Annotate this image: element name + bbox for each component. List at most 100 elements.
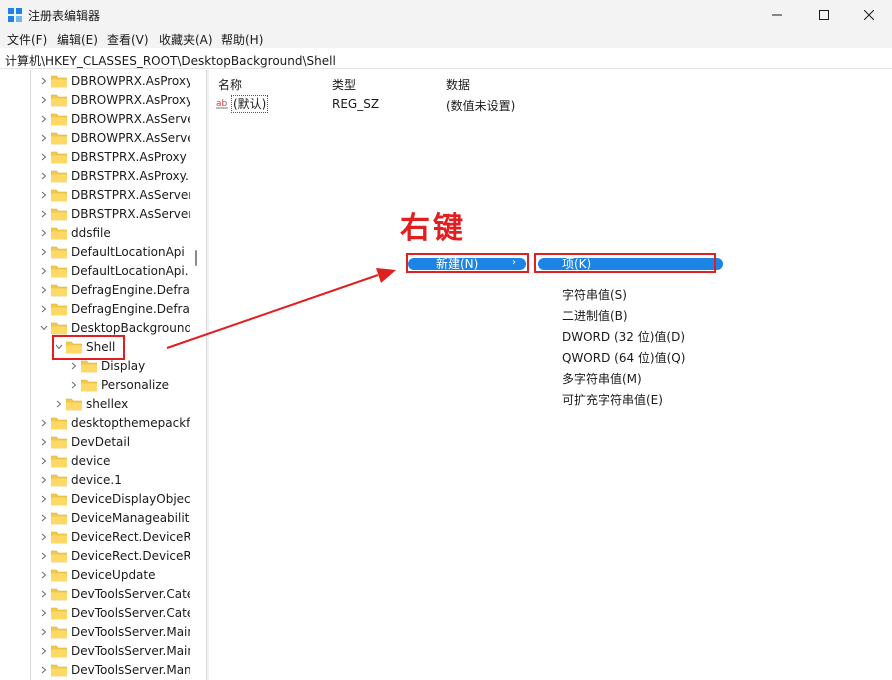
chevron-right-icon[interactable] (40, 305, 48, 313)
tree-item[interactable]: DeviceRect.DeviceRec (0, 528, 200, 547)
submenu-expandable-string-value[interactable]: 可扩充字符串值(E) (562, 391, 663, 408)
submenu-multi-string-value[interactable]: 多字符串值(M) (562, 370, 642, 387)
tree-item[interactable]: DBRSTPRX.AsProxy.1 (0, 167, 200, 186)
maximize-button[interactable] (801, 0, 847, 30)
tree-item[interactable]: DeviceUpdate (0, 566, 200, 585)
value-row-default[interactable]: ab (默认) REG_SZ (数值未设置) (210, 94, 610, 114)
close-button[interactable] (846, 0, 892, 30)
chevron-down-icon[interactable] (40, 324, 48, 332)
tree-item[interactable]: DevToolsServer.Main (0, 642, 200, 661)
value-data: (数值未设置) (446, 99, 516, 113)
tree-item[interactable]: DefaultLocationApi (0, 243, 200, 262)
tree-item[interactable]: DeviceRect.DeviceRec (0, 547, 200, 566)
chevron-right-icon[interactable] (40, 514, 48, 522)
chevron-right-icon[interactable] (40, 609, 48, 617)
menu-edit[interactable]: 编辑(E) (57, 31, 98, 48)
tree-item-label: DBROWPRX.AsProxy (71, 74, 190, 88)
tree-item[interactable]: DevToolsServer.Categ (0, 604, 200, 623)
tree-item[interactable]: DevToolsServer.Mana (0, 661, 200, 680)
tree-item[interactable]: DevToolsServer.Categ (0, 585, 200, 604)
column-header-name[interactable]: 名称 (218, 76, 242, 93)
menu-help[interactable]: 帮助(H) (221, 31, 263, 48)
value-type: REG_SZ (332, 97, 380, 111)
tree-item-label: DBROWPRX.AsProxy. (71, 93, 190, 107)
submenu-binary-value[interactable]: 二进制值(B) (562, 307, 628, 324)
address-bar[interactable]: 计算机\HKEY_CLASSES_ROOT\DesktopBackground\… (0, 49, 892, 69)
chevron-right-icon[interactable] (40, 210, 48, 218)
chevron-right-icon[interactable] (40, 134, 48, 142)
chevron-right-icon[interactable] (40, 647, 48, 655)
chevron-right-icon[interactable] (40, 495, 48, 503)
submenu-qword-value[interactable]: QWORD (64 位)值(Q) (562, 349, 685, 366)
tree-item[interactable]: DeviceDisplayObject (0, 490, 200, 509)
tree-item[interactable]: DevToolsServer.Main (0, 623, 200, 642)
chevron-right-icon[interactable] (40, 153, 48, 161)
folder-icon (81, 379, 97, 392)
chevron-right-icon[interactable] (40, 419, 48, 427)
tree-item[interactable]: DBRSTPRX.AsProxy (0, 148, 200, 167)
tree-item-label: DeviceRect.DeviceRec (71, 530, 190, 544)
menu-favorites[interactable]: 收藏夹(A) (159, 31, 213, 48)
chevron-right-icon[interactable] (40, 628, 48, 636)
tree-item[interactable]: DevDetail (0, 433, 200, 452)
tree-item[interactable]: device.1 (0, 471, 200, 490)
menu-file[interactable]: 文件(F) (7, 31, 47, 48)
tree-item[interactable]: DBROWPRX.AsServer (0, 129, 200, 148)
tree-item[interactable]: device (0, 452, 200, 471)
tree-item[interactable]: DefragEngine.Defrag (0, 300, 200, 319)
submenu-string-value[interactable]: 字符串值(S) (562, 286, 627, 303)
tree-item[interactable]: DBROWPRX.AsServer (0, 110, 200, 129)
tree-item[interactable]: desktopthemepackfil (0, 414, 200, 433)
submenu-dword-value[interactable]: DWORD (32 位)值(D) (562, 328, 685, 345)
pane-splitter[interactable] (206, 70, 209, 680)
chevron-right-icon[interactable] (40, 571, 48, 579)
folder-icon (51, 474, 67, 487)
tree-item-label: DevToolsServer.Mana (71, 663, 190, 677)
chevron-right-icon[interactable] (40, 286, 48, 294)
chevron-right-icon[interactable] (40, 666, 48, 674)
tree-item[interactable]: DBRSTPRX.AsServer.1 (0, 205, 200, 224)
chevron-right-icon[interactable] (40, 172, 48, 180)
folder-icon (51, 94, 67, 107)
chevron-right-icon[interactable] (40, 552, 48, 560)
folder-icon (51, 227, 67, 240)
chevron-right-icon[interactable] (40, 533, 48, 541)
chevron-right-icon[interactable] (40, 96, 48, 104)
chevron-right-icon[interactable] (40, 267, 48, 275)
tree-item[interactable]: DBRSTPRX.AsServer (0, 186, 200, 205)
folder-icon (81, 360, 97, 373)
column-header-data[interactable]: 数据 (446, 76, 470, 93)
tree-item[interactable]: shellex (0, 395, 200, 414)
tree-item-label: DevToolsServer.Main (71, 625, 190, 639)
values-list-pane[interactable]: 名称 类型 数据 ab (默认) REG_SZ (数值未设置) (210, 70, 892, 680)
tree-item-label: Display (101, 359, 146, 373)
tree-item[interactable]: DeviceManageability (0, 509, 200, 528)
tree-item[interactable]: DBROWPRX.AsProxy (0, 72, 200, 91)
chevron-right-icon[interactable] (40, 77, 48, 85)
chevron-right-icon[interactable] (40, 191, 48, 199)
chevron-right-icon[interactable] (40, 476, 48, 484)
chevron-right-icon[interactable] (40, 115, 48, 123)
minimize-button[interactable] (754, 0, 800, 30)
chevron-right-icon[interactable] (40, 457, 48, 465)
chevron-right-icon[interactable] (40, 229, 48, 237)
menu-bar: 文件(F) 编辑(E) 查看(V) 收藏夹(A) 帮助(H) (0, 30, 892, 48)
chevron-right-icon[interactable] (40, 248, 48, 256)
title-bar: 注册表编辑器 (0, 0, 892, 30)
close-icon (864, 10, 874, 20)
tree-item[interactable]: Personalize (0, 376, 200, 395)
key-tree-pane[interactable]: DBROWPRX.AsProxy DBROWPRX.AsProxy. DBROWPR… (0, 70, 206, 680)
tree-item[interactable]: DBROWPRX.AsProxy. (0, 91, 200, 110)
tree-item-label: DevToolsServer.Categ (71, 606, 190, 620)
tree-item[interactable]: ddsfile (0, 224, 200, 243)
tree-item[interactable]: DefaultLocationApi.1 (0, 262, 200, 281)
chevron-right-icon[interactable] (40, 438, 48, 446)
chevron-right-icon[interactable] (70, 362, 78, 370)
column-header-type[interactable]: 类型 (332, 76, 356, 93)
tree-item[interactable]: DefragEngine.Defrag (0, 281, 200, 300)
chevron-right-icon[interactable] (55, 400, 63, 408)
menu-view[interactable]: 查看(V) (107, 31, 149, 48)
chevron-right-icon[interactable] (40, 590, 48, 598)
tree-item-label: DefragEngine.Defrag (71, 302, 190, 316)
chevron-right-icon[interactable] (70, 381, 78, 389)
